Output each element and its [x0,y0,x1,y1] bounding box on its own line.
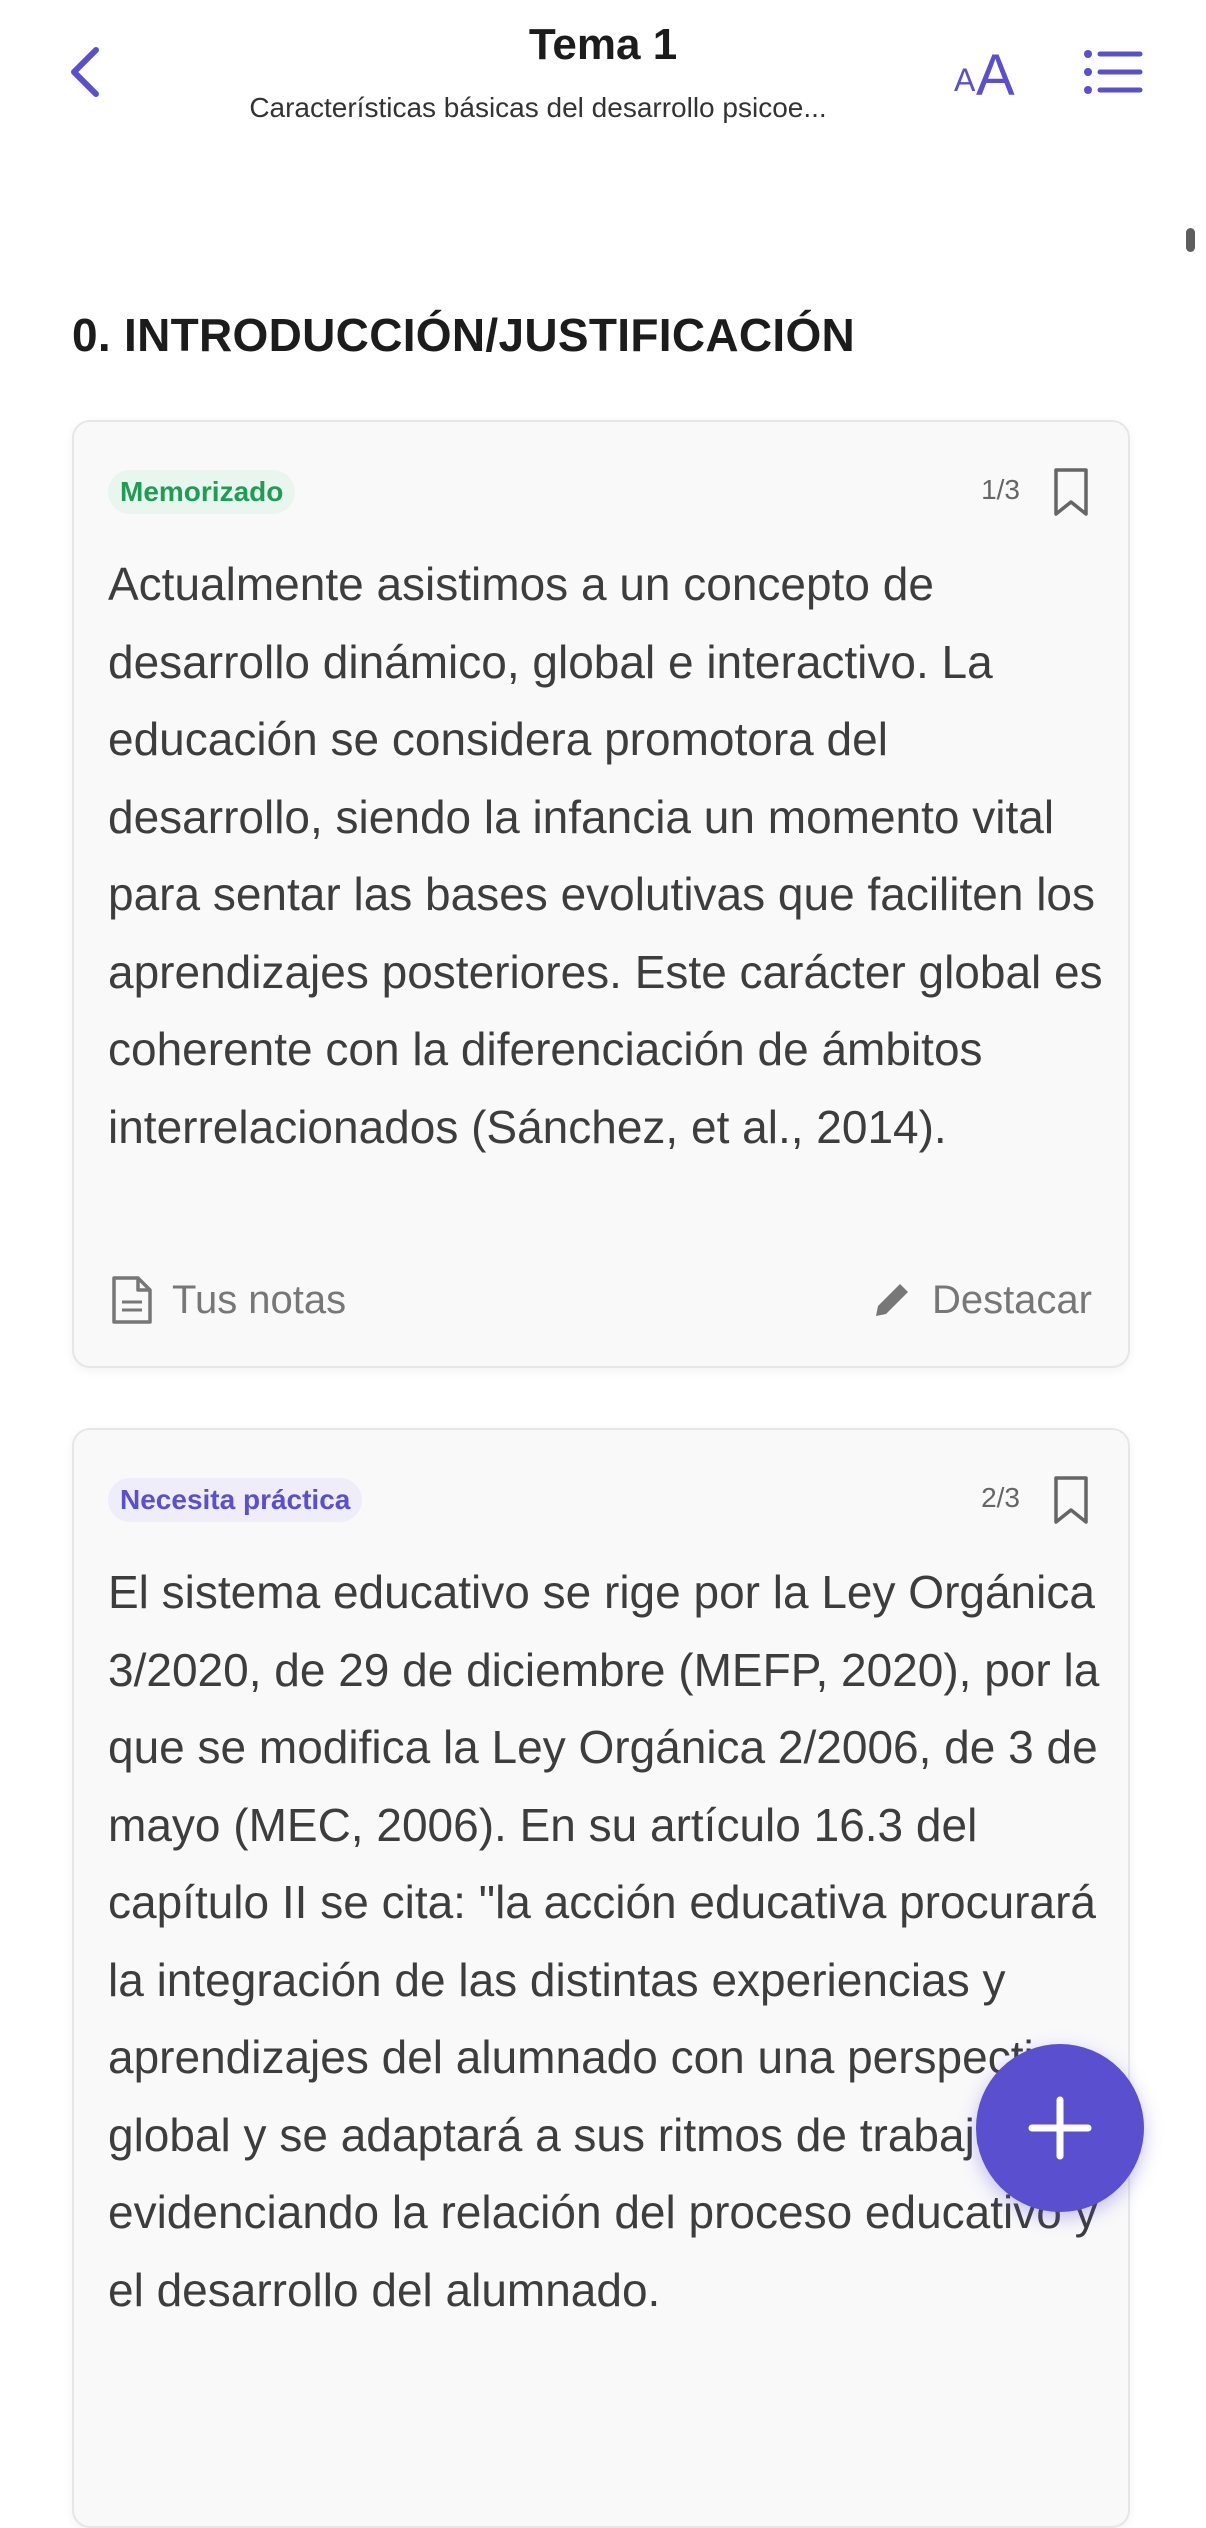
card-counter: 2/3 [981,1482,1020,1513]
font-size-small-icon: A [954,62,976,98]
top-bar: Tema 1 Características básicas del desar… [0,0,1206,150]
card-text: Actualmente asistimos a un concepto de d… [108,558,1103,1153]
bookmark-button[interactable] [1052,1474,1090,1526]
pencil-icon [875,1284,908,1316]
add-button[interactable] [976,2044,1144,2212]
highlight-label: Destacar [931,1277,1092,1322]
card-text: El sistema educativo se rige por la Ley … [108,1566,1100,2316]
scrollbar-thumb[interactable] [1186,228,1195,252]
section-title: 0. INTRODUCCIÓN/JUSTIFICACIÓN [72,309,856,361]
page-subtitle: Características básicas del desarrollo p… [249,92,827,123]
font-size-button[interactable]: A A [946,40,1026,110]
bookmark-icon [1054,1476,1088,1524]
notes-label: Tus notas [172,1277,347,1322]
bookmark-button[interactable] [1052,466,1090,518]
notes-button[interactable]: Tus notas [110,1270,346,1330]
status-badge[interactable]: Necesita práctica [108,1478,363,1522]
font-size-large-icon: A [976,43,1015,108]
card-counter: 1/3 [981,474,1020,505]
list-icon [1084,50,1143,94]
highlight-button[interactable]: Destacar [870,1270,1092,1330]
status-badge[interactable]: Memorizado [108,470,296,514]
content-card: Memorizado 1/3 Actualmente asistimos a u… [72,420,1130,1368]
table-of-contents-button[interactable] [1082,46,1144,98]
document-icon [112,1276,152,1324]
bookmark-icon [1054,468,1088,516]
plus-icon [1028,2096,1092,2160]
content-card: Necesita práctica 2/3 El sistema educati… [72,1428,1130,2528]
